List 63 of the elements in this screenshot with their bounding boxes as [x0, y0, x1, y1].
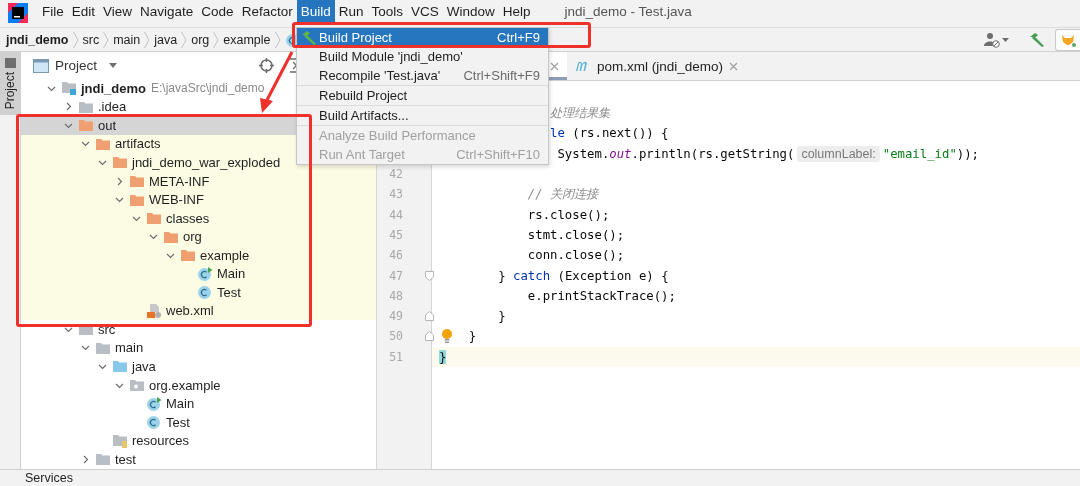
- menu-item[interactable]: Navigate: [136, 0, 198, 22]
- tree-item[interactable]: Main: [21, 394, 376, 413]
- line-number: 46: [388, 248, 403, 263]
- code-line: }: [498, 309, 506, 324]
- code-line: // 关闭连接: [527, 185, 599, 203]
- breadcrumb-item[interactable]: main: [113, 32, 141, 47]
- code-line: }: [468, 329, 477, 344]
- code-line: } catch (Exception e) {: [498, 268, 669, 283]
- breadcrumb-item[interactable]: org: [191, 32, 210, 47]
- menu-item[interactable]: Run: [334, 0, 368, 22]
- menu-item[interactable]: Refactor: [237, 0, 297, 22]
- code-line: 处理结果集: [550, 104, 611, 122]
- inlay-hint: columnLabel:: [797, 145, 880, 162]
- menu-item[interactable]: Build Module 'jndi_demo': [297, 47, 548, 66]
- line-number: 50: [388, 329, 403, 344]
- tree-item[interactable]: java: [21, 357, 376, 376]
- menu-item[interactable]: Help: [498, 0, 535, 22]
- project-tool-tab[interactable]: Project: [0, 52, 20, 116]
- code-line: le (rs.next()) {: [550, 126, 669, 141]
- line-number: 45: [388, 227, 403, 242]
- tree-item[interactable]: Test: [21, 283, 376, 302]
- panel-title[interactable]: Project: [55, 58, 98, 73]
- breadcrumb-item[interactable]: example: [223, 32, 271, 47]
- line-number: 42: [388, 167, 403, 182]
- menu-item[interactable]: VCS: [407, 0, 443, 22]
- tree-item[interactable]: Test: [21, 412, 376, 432]
- line-number: 51: [388, 349, 403, 364]
- menu-item[interactable]: Edit: [67, 0, 100, 22]
- code-line: stmt.close();: [527, 227, 625, 242]
- line-number: 47: [388, 268, 403, 283]
- line-number: 49: [388, 309, 403, 324]
- line-number: 43: [388, 187, 403, 202]
- editor-tab[interactable]: pom.xml (jndi_demo): [567, 52, 747, 80]
- code-line: rs.close();: [527, 207, 610, 222]
- window-title: jndi_demo - Test.java: [564, 3, 692, 21]
- code-line: conn.close();: [527, 248, 625, 263]
- menu-item[interactable]: Recompile 'Test.java' Ctrl+Shift+F9: [297, 66, 548, 85]
- tree-item[interactable]: test: [21, 449, 376, 469]
- services-tab[interactable]: Services: [25, 471, 73, 485]
- menu-item[interactable]: Tools: [367, 0, 407, 22]
- line-number: 44: [388, 207, 403, 222]
- breadcrumb-item[interactable]: jndi_demo: [6, 32, 69, 47]
- menu-item[interactable]: Window: [442, 0, 499, 22]
- tree-item[interactable]: main: [21, 338, 376, 358]
- menu-item[interactable]: Build Artifacts...: [297, 106, 548, 125]
- breadcrumb-item[interactable]: java: [154, 32, 178, 47]
- module-path: E:\javaSrc\jndi_demo: [151, 81, 265, 96]
- code-line: e.printStackTrace();: [527, 288, 676, 303]
- menu-item[interactable]: View: [99, 0, 137, 22]
- tree-item[interactable]: src: [21, 320, 376, 339]
- menu-item[interactable]: Build: [296, 0, 335, 22]
- menu-item[interactable]: Rebuild Project: [297, 86, 548, 105]
- tree-item[interactable]: WEB-INF: [21, 190, 376, 209]
- code-line: "email_id"));: [882, 146, 979, 161]
- breadcrumb-item[interactable]: src: [82, 32, 100, 47]
- tree-item[interactable]: resources: [21, 431, 376, 450]
- menu-item[interactable]: Code: [197, 0, 238, 22]
- tree-item[interactable]: org.example: [21, 375, 376, 395]
- tree-item[interactable]: org: [21, 227, 376, 246]
- code-line: System.out.println(rs.getString(: [557, 146, 795, 161]
- tree-item[interactable]: Main: [21, 264, 376, 283]
- line-number: 48: [388, 288, 403, 303]
- menu-item[interactable]: File: [38, 0, 68, 22]
